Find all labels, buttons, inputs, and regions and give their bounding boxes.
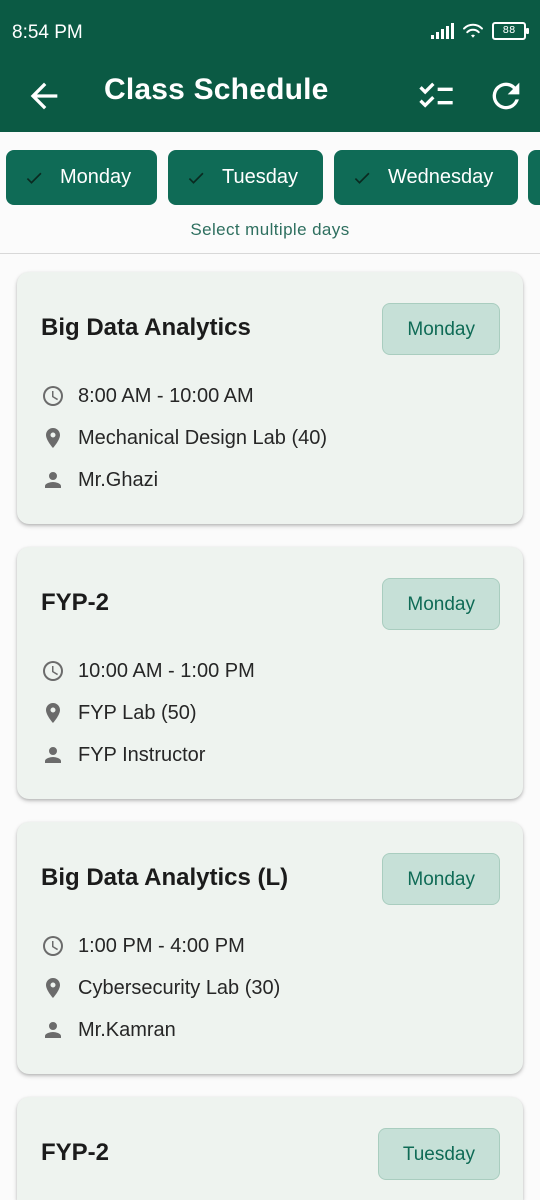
chip-tuesday[interactable]: Tuesday <box>168 150 323 205</box>
time-row: 10:00 AM - 1:00 PM <box>41 659 255 683</box>
location-pin-icon <box>46 978 60 998</box>
clock-icon <box>43 386 63 406</box>
back-button[interactable] <box>24 76 64 116</box>
day-badge: Monday <box>382 303 500 355</box>
class-title: Big Data Analytics (L) <box>41 864 289 891</box>
day-badge: Monday <box>382 578 500 630</box>
time-row: 8:00 AM - 10:00 AM <box>41 384 254 408</box>
chip-label: Monday <box>60 166 132 188</box>
check-icon <box>354 172 370 184</box>
clock-icon <box>43 661 63 681</box>
class-card[interactable]: FYP-2 Tuesday <box>17 1097 523 1200</box>
class-card[interactable]: FYP-2 Monday 10:00 AM - 1:00 PM FYP Lab … <box>17 547 523 799</box>
class-time: 8:00 AM - 10:00 AM <box>78 384 254 407</box>
class-instructor: FYP Instructor <box>78 743 206 766</box>
person-icon <box>45 1022 61 1038</box>
check-icon <box>26 172 42 184</box>
signal-icon <box>431 23 454 39</box>
class-time: 1:00 PM - 4:00 PM <box>78 934 245 957</box>
room-row: FYP Lab (50) <box>41 701 197 725</box>
person-icon <box>45 472 61 488</box>
class-time: 10:00 AM - 1:00 PM <box>78 659 255 682</box>
class-title: FYP-2 <box>41 1139 110 1166</box>
page-title: Class Schedule <box>104 73 329 106</box>
class-room: Mechanical Design Lab (40) <box>78 426 328 449</box>
class-card[interactable]: Big Data Analytics Monday 8:00 AM - 10:0… <box>17 272 523 524</box>
location-pin-icon <box>46 703 60 723</box>
day-badge: Tuesday <box>377 1128 500 1180</box>
instructor-row: Mr.Kamran <box>41 1018 176 1042</box>
multi-select-hint: Select multiple days <box>190 220 350 239</box>
app-bar: Class Schedule <box>0 64 540 132</box>
room-row: Cybersecurity Lab (30) <box>41 976 280 1000</box>
class-card[interactable]: Big Data Analytics (L) Monday 1:00 PM - … <box>17 822 523 1074</box>
checklist-icon <box>419 82 453 108</box>
class-room: FYP Lab (50) <box>78 701 197 724</box>
status-icons: 88 <box>431 22 529 40</box>
chip-monday[interactable]: Monday <box>6 150 157 205</box>
room-row: Mechanical Design Lab (40) <box>41 426 327 450</box>
time-row: 1:00 PM - 4:00 PM <box>41 934 245 958</box>
class-title: FYP-2 <box>41 589 110 616</box>
status-bar: 8:54 PM 88 <box>0 0 540 64</box>
check-icon <box>188 172 204 184</box>
day-filter-bar: Monday Tuesday Wednesday Select multiple… <box>0 132 540 254</box>
chip-next-day-partial[interactable] <box>528 150 540 205</box>
refresh-icon <box>492 82 520 110</box>
refresh-button[interactable] <box>486 76 526 116</box>
instructor-row: FYP Instructor <box>41 743 205 767</box>
arrow-back-icon <box>30 82 58 110</box>
clock-icon <box>43 936 63 956</box>
chip-label: Wednesday <box>388 166 494 188</box>
location-pin-icon <box>46 428 60 448</box>
chip-label: Tuesday <box>222 166 298 188</box>
class-instructor: Mr.Kamran <box>78 1018 176 1041</box>
select-days-button[interactable] <box>416 76 456 116</box>
wifi-icon <box>463 23 483 38</box>
class-title: Big Data Analytics <box>41 314 251 341</box>
class-instructor: Mr.Ghazi <box>78 468 159 491</box>
battery-icon: 88 <box>492 22 529 40</box>
class-room: Cybersecurity Lab (30) <box>78 976 281 999</box>
person-icon <box>45 747 61 763</box>
day-badge: Monday <box>382 853 500 905</box>
instructor-row: Mr.Ghazi <box>41 468 158 492</box>
status-time: 8:54 PM <box>12 22 83 43</box>
chip-wednesday[interactable]: Wednesday <box>334 150 518 205</box>
